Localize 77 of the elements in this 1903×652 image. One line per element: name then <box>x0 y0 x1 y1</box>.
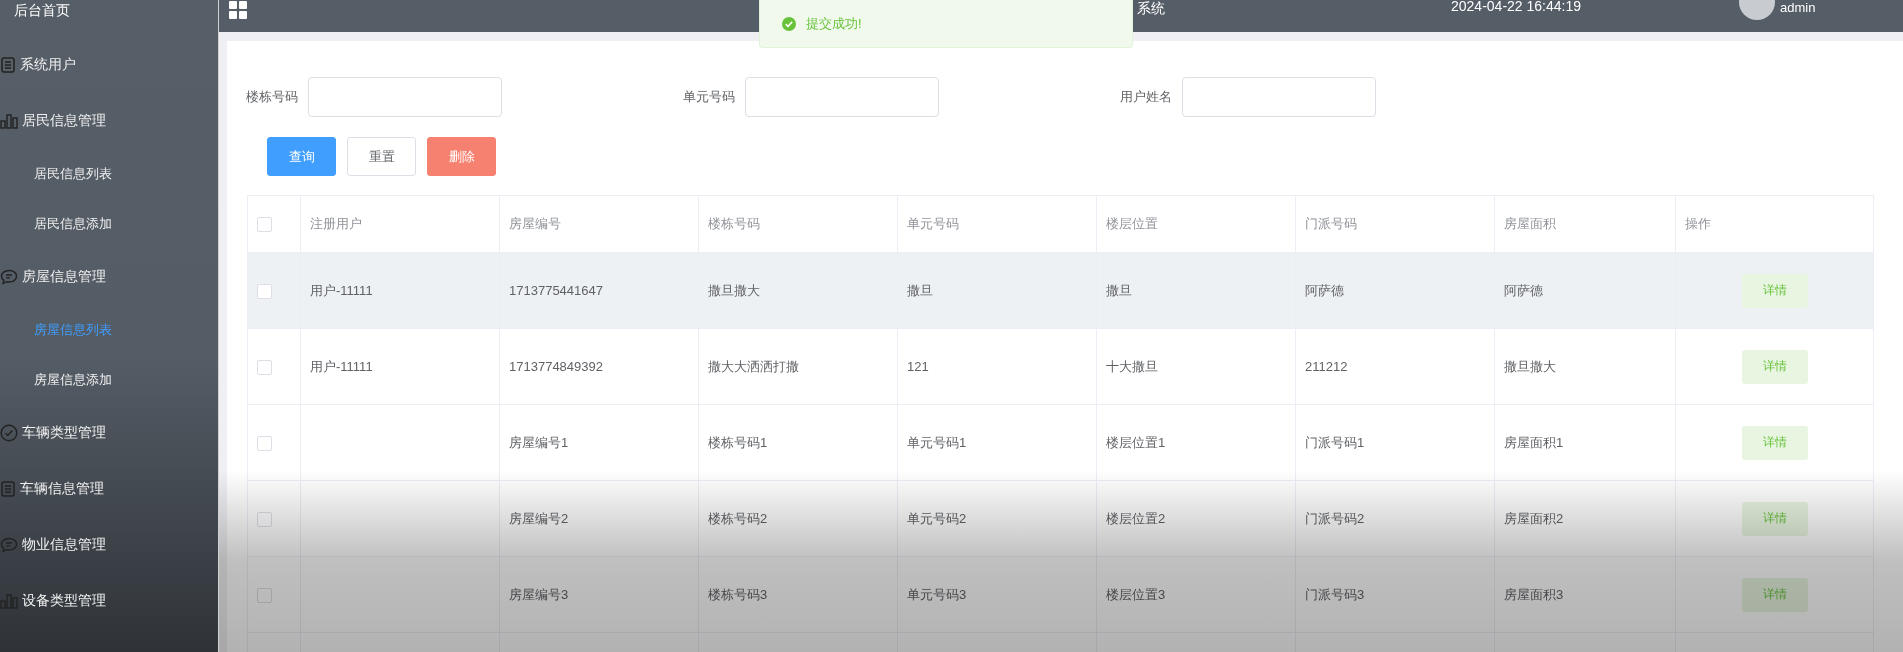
column-header: 单元号码 <box>897 195 1097 253</box>
menu-item[interactable]: 车辆信息管理 <box>20 480 104 498</box>
table-cell: 房屋面积2 <box>1494 480 1676 557</box>
table-cell: 楼层位置2 <box>1096 480 1296 557</box>
checkbox[interactable] <box>257 217 272 233</box>
table-cell: 楼栋号码1 <box>698 404 898 481</box>
checkbox[interactable] <box>257 587 272 603</box>
table-cell: 单元号码2 <box>897 480 1097 557</box>
column-header: 房屋编号 <box>499 195 699 253</box>
column-header: 房屋面积 <box>1494 195 1676 253</box>
column-header: 楼层位置 <box>1096 195 1296 253</box>
table-cell: 门派号码1 <box>1295 404 1495 481</box>
table-cell: 房屋面积1 <box>1494 404 1676 481</box>
chat-icon <box>0 269 18 285</box>
table-cell: 211212 <box>1295 328 1495 405</box>
table-cell: 用户-11111 <box>300 252 500 329</box>
submenu-item[interactable]: 居民信息列表 <box>34 165 112 183</box>
table-cell: 1713774849392 <box>499 328 699 405</box>
app-title: 系统 <box>1137 0 1165 18</box>
bar-chart-icon <box>0 113 18 129</box>
column-header: 楼栋号码 <box>698 195 898 253</box>
menu-item[interactable]: 物业信息管理 <box>22 536 106 554</box>
table-cell: 门派号码3 <box>1295 556 1495 633</box>
menu-item[interactable]: 系统用户 <box>20 56 76 74</box>
table-cell: 撒旦 <box>897 252 1097 329</box>
table-cell: 楼层位置1 <box>1096 404 1296 481</box>
table-cell: 单元号码3 <box>897 556 1097 633</box>
field-label: 用户姓名 <box>1119 88 1173 106</box>
toast-message: 提交成功! <box>806 14 862 33</box>
submenu-item[interactable]: 房屋信息添加 <box>34 371 112 389</box>
menu-item[interactable]: 房屋信息管理 <box>22 268 106 286</box>
field-label: 楼栋号码 <box>245 88 299 106</box>
table-cell: 房屋编号2 <box>499 480 699 557</box>
menu-item[interactable]: 居民信息管理 <box>22 112 106 130</box>
input-field[interactable] <box>308 77 502 117</box>
chat-icon <box>0 537 18 553</box>
column-header: 操作 <box>1675 195 1874 253</box>
table-cell: 阿萨德 <box>1295 252 1495 329</box>
table-cell: 房屋面积3 <box>1494 556 1676 633</box>
success-icon <box>782 16 796 31</box>
column-header: 注册用户 <box>300 195 500 253</box>
menu-item[interactable]: 车辆类型管理 <box>22 424 106 442</box>
table-cell: 撒旦撒大 <box>698 252 898 329</box>
submenu-item[interactable]: 居民信息添加 <box>34 215 112 233</box>
table-cell: 撒旦 <box>1096 252 1296 329</box>
table-cell: 门派号码2 <box>1295 480 1495 557</box>
reset-button[interactable]: 重置 <box>347 137 416 176</box>
table-cell: 撒大大洒洒打撒 <box>698 328 898 405</box>
check-circle-icon <box>0 424 18 442</box>
checkbox[interactable] <box>257 359 272 375</box>
field-label: 单元号码 <box>682 88 736 106</box>
table-cell: 房屋编号1 <box>499 404 699 481</box>
menu-item[interactable]: 设备类型管理 <box>22 592 106 610</box>
checkbox[interactable] <box>257 511 272 527</box>
table-cell: 楼层位置3 <box>1096 556 1296 633</box>
table-cell: 撒旦撒大 <box>1494 328 1676 405</box>
document-icon <box>0 481 16 497</box>
checkbox[interactable] <box>257 283 272 299</box>
table-cell: 单元号码1 <box>897 404 1097 481</box>
table-cell: 1713775441647 <box>499 252 699 329</box>
table-cell: 阿萨德 <box>1494 252 1676 329</box>
table-cell: 十大撒旦 <box>1096 328 1296 405</box>
home-menu-item[interactable]: 后台首页 <box>14 0 70 20</box>
user-name[interactable]: admin <box>1780 0 1816 15</box>
input-field[interactable] <box>745 77 939 117</box>
table-cell: 121 <box>897 328 1097 405</box>
table-cell: 用户-11111 <box>300 328 500 405</box>
table-cell: 房屋编号3 <box>499 556 699 633</box>
date-time: 2024-04-22 16:44:19 <box>1451 0 1581 14</box>
column-header: 门派号码 <box>1295 195 1495 253</box>
table-cell: 楼栋号码2 <box>698 480 898 557</box>
grid-icon[interactable] <box>229 1 247 19</box>
document-icon <box>0 57 16 73</box>
bar-chart-icon <box>0 593 18 609</box>
table-cell: 楼栋号码3 <box>698 556 898 633</box>
input-field[interactable] <box>1182 77 1376 117</box>
checkbox[interactable] <box>257 435 272 451</box>
